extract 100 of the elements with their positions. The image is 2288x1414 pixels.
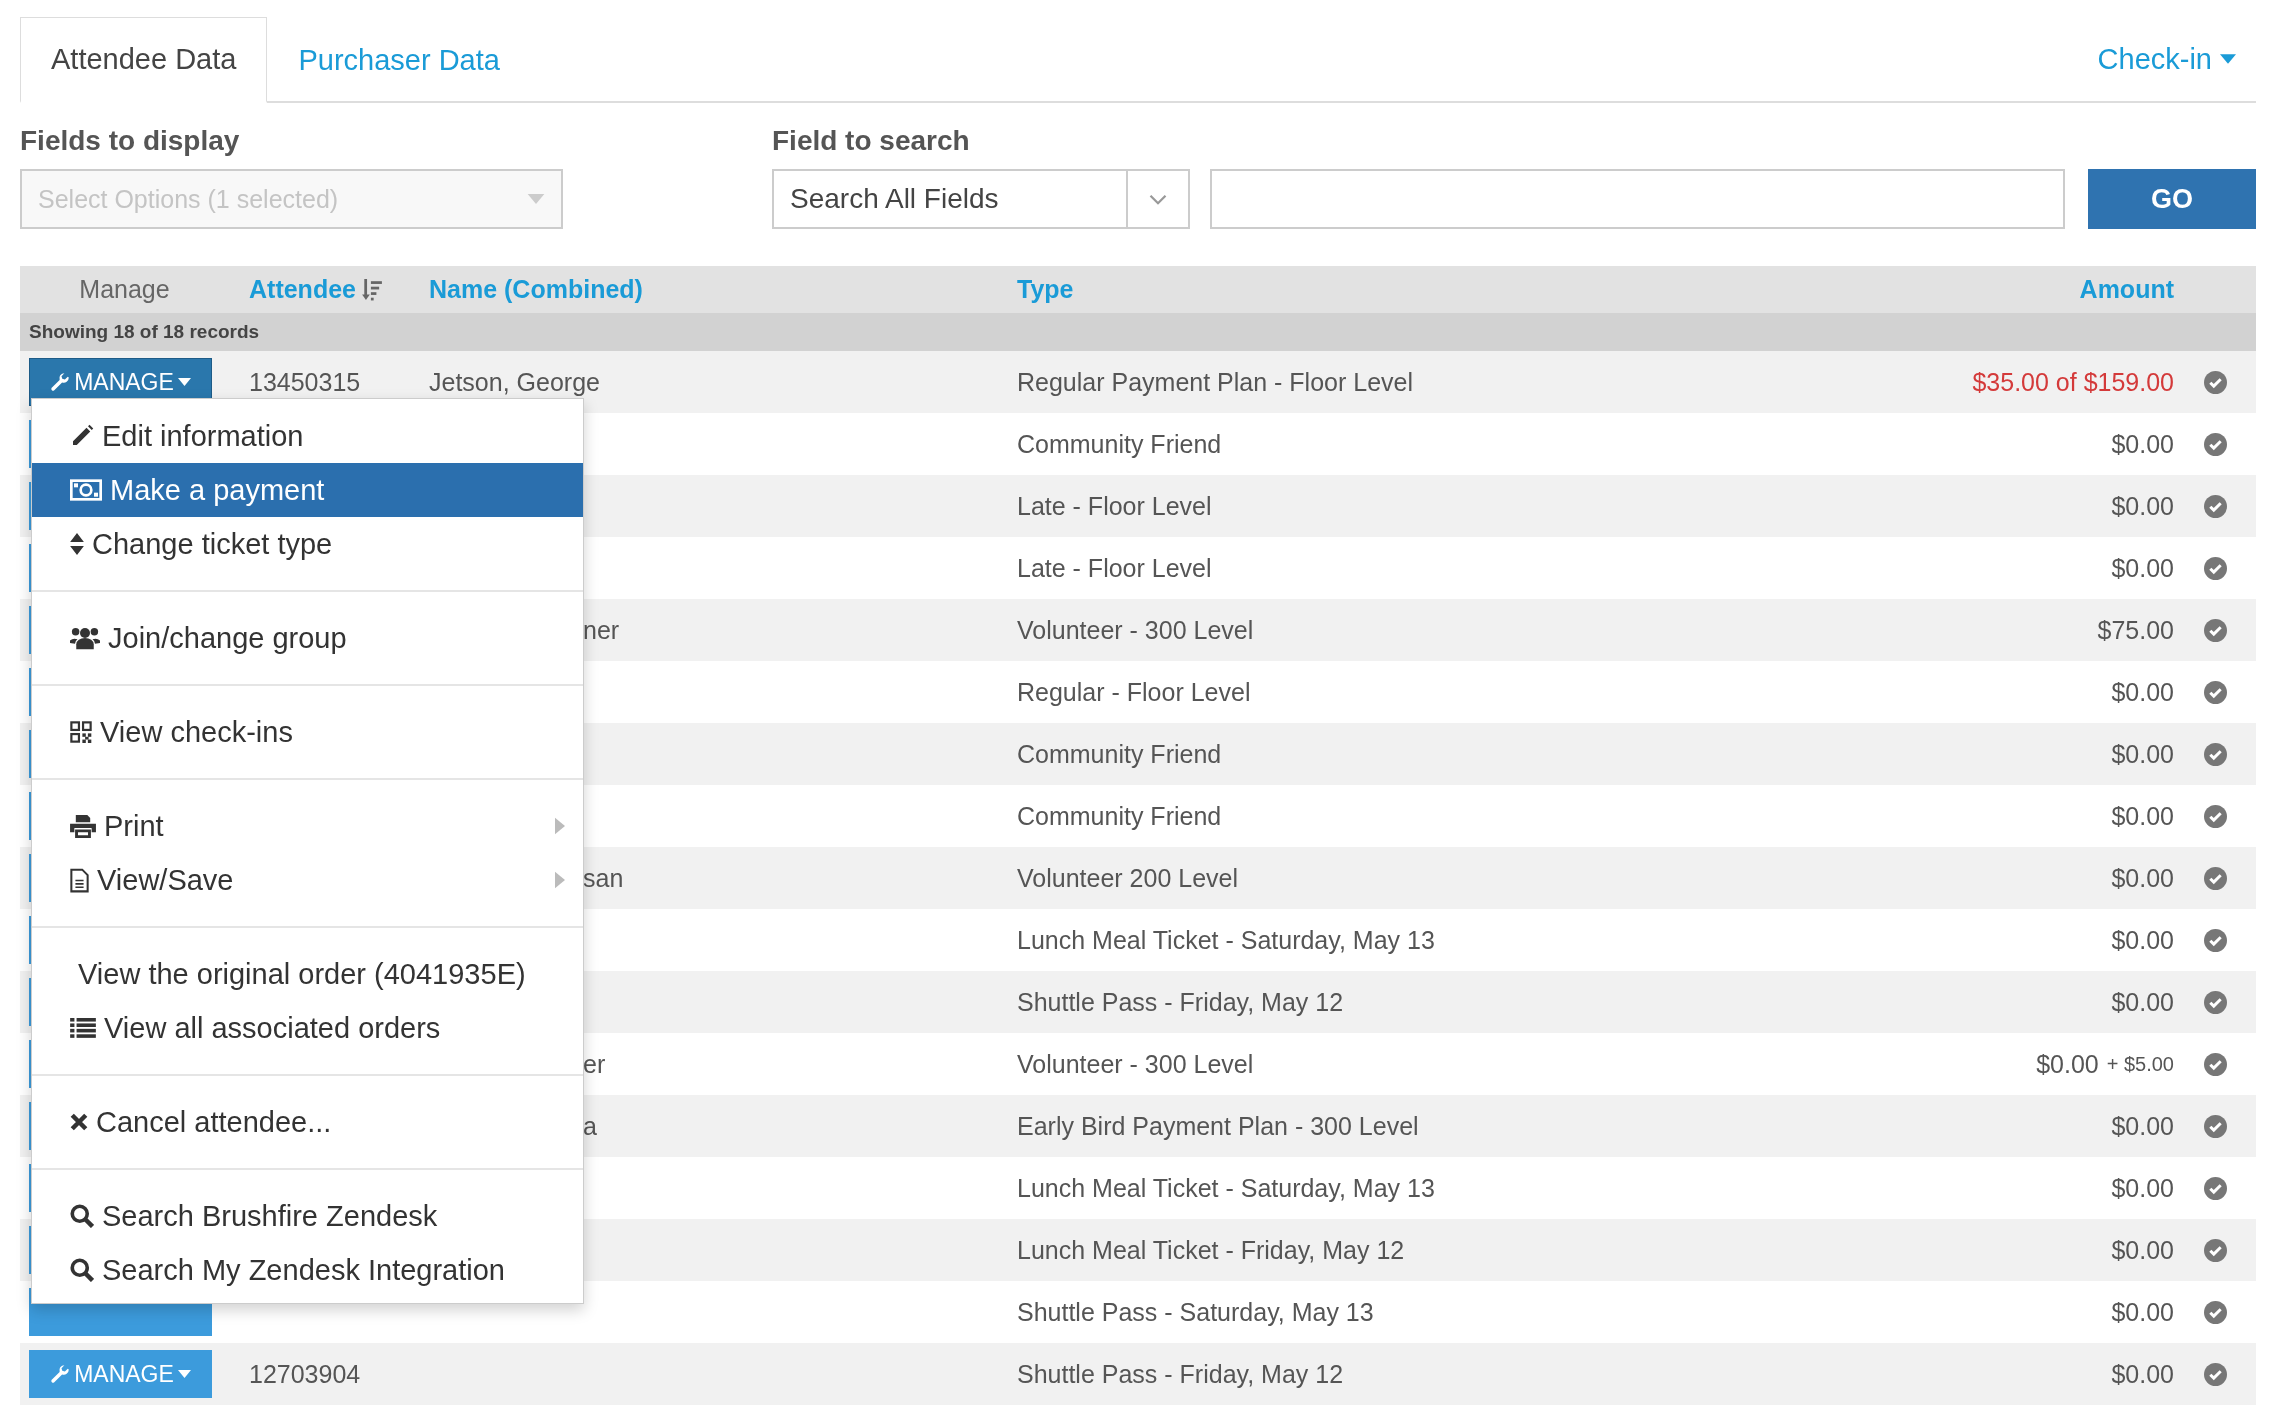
caret-icon <box>177 1370 191 1378</box>
ticket-type: Shuttle Pass - Saturday, May 13 <box>1017 1297 1374 1327</box>
search-icon <box>70 1258 94 1282</box>
ticket-type: Lunch Meal Ticket - Friday, May 12 <box>1017 1235 1405 1265</box>
menu-item[interactable]: Print <box>32 799 583 853</box>
caret-icon <box>2220 54 2236 64</box>
amount: $0.00 <box>2111 491 2174 521</box>
check-circle-icon <box>2203 680 2227 704</box>
list-icon <box>70 1018 96 1038</box>
menu-item[interactable]: Change ticket type <box>32 517 583 571</box>
amount: $0.00 <box>2111 987 2174 1017</box>
tab[interactable]: Attendee Data <box>20 17 268 103</box>
search-input[interactable] <box>1210 169 2065 229</box>
check-circle-icon <box>2203 1052 2227 1076</box>
attendee-name: ner <box>583 615 620 645</box>
amount: $0.00 <box>2111 739 2174 769</box>
caret-icon <box>177 378 191 386</box>
amount: $0.00 <box>2111 1235 2174 1265</box>
column-header: Manage <box>79 275 170 304</box>
menu-item[interactable]: View all associated orders <box>32 1001 583 1055</box>
check-circle-icon <box>2203 618 2227 642</box>
menu-item[interactable]: Search Brushfire Zendesk <box>32 1189 583 1243</box>
ticket-type: Volunteer - 300 Level <box>1017 615 1254 645</box>
ticket-type: Lunch Meal Ticket - Saturday, May 13 <box>1017 1173 1435 1203</box>
ticket-type: Community Friend <box>1017 739 1222 769</box>
submenu-arrow-icon <box>555 871 565 889</box>
amount: $0.00 <box>2036 1049 2099 1079</box>
qr-code-icon <box>70 721 92 743</box>
field-label: Fields to display <box>20 125 241 157</box>
attendee-name: Jetson, George <box>429 367 600 397</box>
check-circle-icon <box>2203 556 2227 580</box>
users-icon <box>70 626 100 650</box>
amount: $75.00 <box>2097 615 2174 645</box>
chevron-icon <box>1149 193 1167 205</box>
ticket-type: Regular - Floor Level <box>1017 677 1251 707</box>
ticket-type: Early Bird Payment Plan - 300 Level <box>1017 1111 1419 1141</box>
ticket-type: Volunteer - 300 Level <box>1017 1049 1254 1079</box>
close-icon <box>70 1113 88 1131</box>
check-circle-icon <box>2203 742 2227 766</box>
menu-item[interactable]: View/Save <box>32 853 583 907</box>
amount: $0.00 <box>2111 925 2174 955</box>
amount: $0.00 <box>2111 801 2174 831</box>
ticket-type: Shuttle Pass - Friday, May 12 <box>1017 1359 1344 1389</box>
printer-icon <box>70 814 96 838</box>
check-circle-icon <box>2203 432 2227 456</box>
attendee-name: san <box>583 863 624 893</box>
amount-extra: + $5.00 <box>2106 1052 2174 1076</box>
ticket-type: Regular Payment Plan - Floor Level <box>1017 367 1414 397</box>
amount: $0.00 <box>2111 1297 2174 1327</box>
check-circle-icon <box>2203 1362 2227 1386</box>
ticket-type: Late - Floor Level <box>1017 491 1212 521</box>
check-circle-icon <box>2203 1300 2227 1324</box>
amount: $0.00 <box>2111 429 2174 459</box>
check-circle-icon <box>2203 1238 2227 1262</box>
amount: $35.00 of $159.00 <box>1972 367 2174 397</box>
search-icon <box>70 1204 94 1228</box>
sort-icon[interactable] <box>361 278 382 301</box>
menu-item[interactable]: Cancel attendee... <box>32 1095 583 1149</box>
wrench-icon <box>50 1364 71 1384</box>
pencil-icon <box>70 424 94 448</box>
menu-item[interactable]: View the original order (4041935E) <box>32 947 583 1001</box>
amount: $0.00 <box>2111 1111 2174 1141</box>
ticket-type: Shuttle Pass - Friday, May 12 <box>1017 987 1344 1017</box>
check-circle-icon <box>2203 990 2227 1014</box>
amount: $0.00 <box>2111 863 2174 893</box>
menu-item[interactable]: Search My Zendesk Integration <box>32 1243 583 1297</box>
go-button[interactable]: GO <box>2088 169 2256 229</box>
attendee-id: 13450315 <box>249 367 361 397</box>
amount: $0.00 <box>2111 553 2174 583</box>
ticket-type: Volunteer 200 Level <box>1017 863 1238 893</box>
banknote-icon <box>70 479 102 501</box>
check-circle-icon <box>2203 494 2227 518</box>
amount: $0.00 <box>2111 1173 2174 1203</box>
check-circle-icon <box>2203 928 2227 952</box>
ticket-type: Lunch Meal Ticket - Saturday, May 13 <box>1017 925 1435 955</box>
wrench-icon <box>50 372 71 392</box>
search-field-select[interactable]: Search All Fields <box>772 169 1190 229</box>
attendee-id: 12703904 <box>249 1359 361 1389</box>
menu-item[interactable]: Edit information <box>32 409 583 463</box>
amount: $0.00 <box>2111 1359 2174 1389</box>
menu-item[interactable]: Make a payment <box>32 463 583 517</box>
ticket-type: Community Friend <box>1017 429 1222 459</box>
menu-item[interactable]: Join/change group <box>32 611 583 665</box>
check-circle-icon <box>2203 370 2227 394</box>
ticket-type: Late - Floor Level <box>1017 553 1212 583</box>
record-count: Showing 18 of 18 records <box>29 321 260 343</box>
check-circle-icon <box>2203 804 2227 828</box>
menu-item[interactable]: View check-ins <box>32 705 583 759</box>
ticket-type: Community Friend <box>1017 801 1222 831</box>
attendee-name: a <box>583 1111 597 1141</box>
submenu-arrow-icon <box>555 817 565 835</box>
check-circle-icon <box>2203 1114 2227 1138</box>
field-label: Field to search <box>772 125 971 157</box>
up-down-icon <box>70 533 84 555</box>
check-circle-icon <box>2203 1176 2227 1200</box>
amount: $0.00 <box>2111 677 2174 707</box>
document-icon <box>70 867 89 893</box>
attendee-name: er <box>583 1049 606 1079</box>
caret-icon <box>527 194 545 204</box>
check-circle-icon <box>2203 866 2227 890</box>
